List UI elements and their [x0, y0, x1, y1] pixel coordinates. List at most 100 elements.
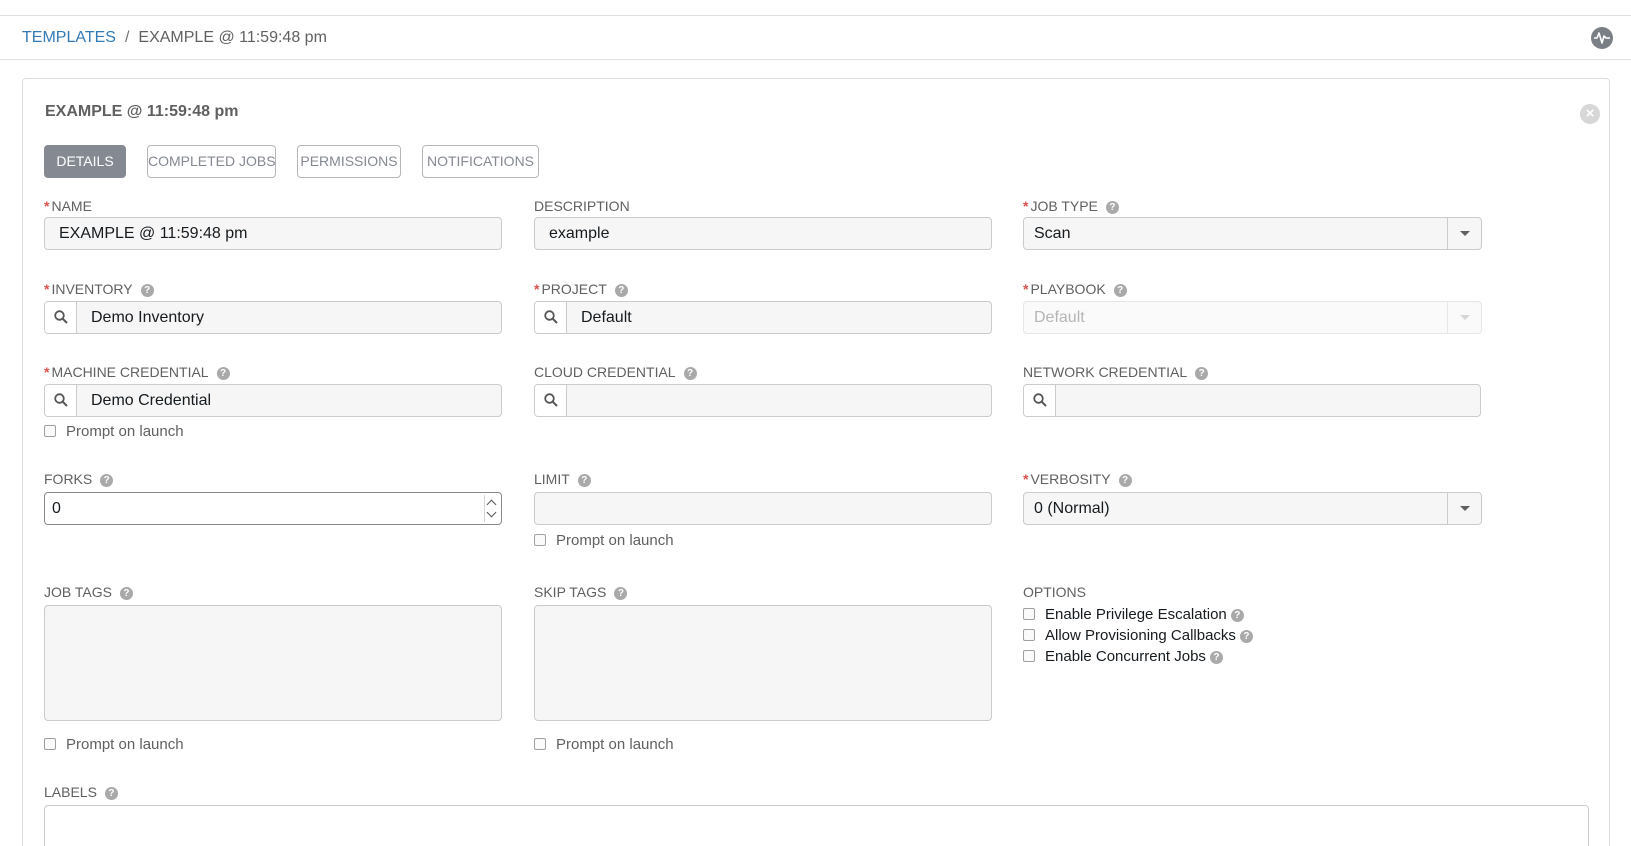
help-icon[interactable]: ? — [119, 587, 133, 600]
stepper-down-icon[interactable] — [486, 507, 497, 518]
help-icon[interactable]: ? — [216, 367, 230, 380]
labels-input[interactable] — [44, 805, 1589, 846]
search-icon[interactable] — [45, 385, 77, 416]
prompt-label: Prompt on launch — [556, 736, 674, 753]
limit-input[interactable] — [534, 492, 992, 525]
search-icon[interactable] — [1024, 385, 1056, 416]
network-credential-label-text: NETWORK CREDENTIAL — [1023, 364, 1188, 380]
verbosity-label: * VERBOSITY? — [1023, 470, 1132, 488]
forks-label: FORKS? — [44, 470, 114, 488]
job-tags-prompt[interactable]: Prompt on launch — [44, 736, 184, 754]
help-icon[interactable]: ? — [1105, 201, 1119, 214]
forks-stepper[interactable] — [484, 495, 498, 522]
breadcrumb-bar: TEMPLATES / EXAMPLE @ 11:59:48 pm — [0, 16, 1631, 60]
tab-permissions[interactable]: PERMISSIONS — [297, 145, 401, 178]
playbook-label: * PLAYBOOK? — [1023, 280, 1127, 298]
inventory-lookup[interactable]: Demo Inventory — [44, 301, 502, 334]
required-mark: * — [534, 281, 540, 297]
prompt-checkbox[interactable] — [44, 425, 56, 437]
labels-label: LABELS? — [44, 783, 118, 801]
playbook-select: Default — [1023, 301, 1482, 334]
prompt-label: Prompt on launch — [66, 736, 184, 753]
option-label: Allow Provisioning Callbacks — [1045, 627, 1236, 644]
tab-details[interactable]: DETAILS — [44, 145, 126, 178]
help-icon[interactable]: ? — [1239, 630, 1253, 643]
search-icon[interactable] — [535, 302, 567, 333]
project-lookup[interactable]: Default — [534, 301, 992, 334]
breadcrumb-separator: / — [124, 29, 130, 46]
project-value: Default — [581, 309, 632, 326]
close-icon[interactable]: × — [1580, 104, 1600, 124]
job-tags-label-text: JOB TAGS — [44, 584, 112, 600]
help-icon[interactable]: ? — [683, 367, 697, 380]
tab-completed-jobs[interactable]: COMPLETED JOBS — [147, 145, 276, 178]
prompt-checkbox[interactable] — [534, 534, 546, 546]
skip-tags-label: SKIP TAGS? — [534, 583, 628, 601]
activity-stream-icon[interactable] — [1591, 27, 1613, 49]
forks-label-text: FORKS — [44, 471, 93, 487]
name-label: * NAME — [44, 197, 92, 215]
cloud-credential-label-text: CLOUD CREDENTIAL — [534, 364, 676, 380]
help-icon[interactable]: ? — [577, 474, 591, 487]
machine-credential-value: Demo Credential — [91, 392, 212, 409]
job-type-value: Scan — [1034, 225, 1071, 242]
limit-prompt[interactable]: Prompt on launch — [534, 532, 674, 550]
forks-value: 0 — [52, 500, 61, 517]
help-icon[interactable]: ? — [614, 587, 628, 600]
name-label-text: NAME — [51, 198, 92, 214]
inventory-label-text: INVENTORY — [51, 281, 133, 297]
help-icon[interactable]: ? — [614, 284, 628, 297]
search-icon[interactable] — [535, 385, 567, 416]
skip-tags-prompt[interactable]: Prompt on launch — [534, 736, 674, 754]
breadcrumb-templates-link[interactable]: TEMPLATES — [22, 29, 116, 46]
name-input[interactable]: EXAMPLE @ 11:59:48 pm — [44, 217, 502, 250]
required-mark: * — [44, 281, 50, 297]
inventory-value: Demo Inventory — [91, 309, 204, 326]
option-provisioning-callbacks[interactable]: Allow Provisioning Callbacks? — [1023, 627, 1253, 645]
skip-tags-label-text: SKIP TAGS — [534, 584, 607, 600]
description-label: DESCRIPTION — [534, 198, 630, 214]
prompt-checkbox[interactable] — [534, 738, 546, 750]
option-concurrent-jobs[interactable]: Enable Concurrent Jobs? — [1023, 648, 1223, 666]
job-tags-textarea[interactable] — [44, 605, 502, 721]
cloud-credential-lookup[interactable] — [534, 384, 992, 417]
job-type-select[interactable]: Scan — [1023, 217, 1482, 250]
tab-notifications[interactable]: NOTIFICATIONS — [422, 145, 539, 178]
help-icon[interactable]: ? — [1113, 284, 1127, 297]
machine-credential-label: * MACHINE CREDENTIAL? — [44, 363, 230, 381]
help-icon[interactable]: ? — [104, 787, 118, 800]
option-checkbox[interactable] — [1023, 629, 1035, 641]
verbosity-value: 0 (Normal) — [1034, 500, 1110, 517]
option-label: Enable Privilege Escalation — [1045, 606, 1227, 623]
help-icon[interactable]: ? — [1195, 367, 1209, 380]
help-icon[interactable]: ? — [1118, 474, 1132, 487]
help-icon[interactable]: ? — [140, 284, 154, 297]
job-tags-label: JOB TAGS? — [44, 583, 133, 601]
playbook-label-text: PLAYBOOK — [1030, 281, 1106, 297]
option-checkbox[interactable] — [1023, 650, 1035, 662]
description-input[interactable]: example — [534, 217, 992, 250]
required-mark: * — [1023, 471, 1029, 487]
forks-input[interactable]: 0 — [44, 492, 502, 525]
machine-credential-label-text: MACHINE CREDENTIAL — [51, 364, 209, 380]
help-icon[interactable]: ? — [100, 474, 114, 487]
options-label: OPTIONS — [1023, 584, 1087, 600]
help-icon[interactable]: ? — [1209, 651, 1223, 664]
job-type-label: * JOB TYPE? — [1023, 197, 1119, 215]
help-icon[interactable]: ? — [1230, 609, 1244, 622]
prompt-checkbox[interactable] — [44, 738, 56, 750]
job-template-panel: EXAMPLE @ 11:59:48 pm × DETAILS COMPLETE… — [22, 78, 1610, 846]
machine-credential-prompt[interactable]: Prompt on launch — [44, 423, 184, 441]
option-checkbox[interactable] — [1023, 608, 1035, 620]
chevron-down-icon — [1447, 493, 1481, 524]
verbosity-select[interactable]: 0 (Normal) — [1023, 492, 1482, 525]
search-icon[interactable] — [45, 302, 77, 333]
machine-credential-lookup[interactable]: Demo Credential — [44, 384, 502, 417]
required-mark: * — [44, 364, 50, 380]
skip-tags-textarea[interactable] — [534, 605, 992, 721]
network-credential-lookup[interactable] — [1023, 384, 1481, 417]
option-label: Enable Concurrent Jobs — [1045, 648, 1206, 665]
breadcrumb: TEMPLATES / EXAMPLE @ 11:59:48 pm — [22, 28, 327, 48]
option-privilege-escalation[interactable]: Enable Privilege Escalation? — [1023, 606, 1244, 624]
required-mark: * — [1023, 281, 1029, 297]
